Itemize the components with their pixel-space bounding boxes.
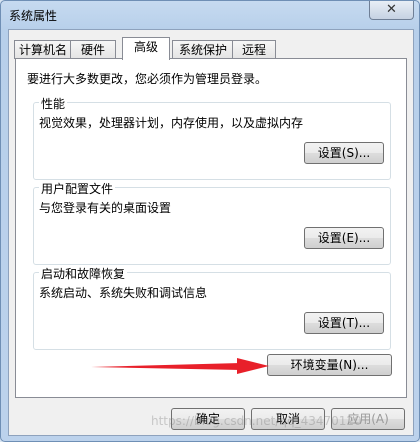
startup-recovery-group-title: 启动和故障恢复 <box>39 265 128 282</box>
tab-remote[interactable]: 远程 <box>232 40 276 59</box>
arrow-shaft <box>91 363 241 370</box>
user-profiles-description: 与您登录有关的桌面设置 <box>39 201 172 215</box>
tab-system-protection[interactable]: 系统保护 <box>172 40 234 59</box>
performance-group: 性能 视觉效果，处理器计划，内存使用，以及虚拟内存 <box>33 95 391 180</box>
performance-description: 视觉效果，处理器计划，内存使用，以及虚拟内存 <box>39 116 304 130</box>
tab-hardware[interactable]: 硬件 <box>70 40 116 59</box>
user-profiles-group-title: 用户配置文件 <box>39 180 116 197</box>
window-title: 系统属性 <box>9 9 58 23</box>
system-properties-window: 系统属性 ✕ 计算机名 硬件 高级 系统保护 远程 要进行大多数更改，您必须作为… <box>0 0 420 442</box>
user-profiles-group: 用户配置文件 与您登录有关的桌面设置 <box>33 180 391 265</box>
close-button[interactable]: ✕ <box>369 1 414 20</box>
red-arrow-annotation <box>91 358 269 374</box>
performance-group-title: 性能 <box>39 95 68 112</box>
tab-computer-name[interactable]: 计算机名 <box>14 40 72 59</box>
startup-recovery-description: 系统启动、系统失败和调试信息 <box>39 286 208 300</box>
close-icon: ✕ <box>386 2 397 17</box>
startup-recovery-settings-button[interactable]: 设置(T)... <box>304 312 384 334</box>
user-profiles-settings-button[interactable]: 设置(E)... <box>304 227 384 249</box>
arrow-head <box>237 358 269 374</box>
tab-advanced[interactable]: 高级 <box>122 37 170 60</box>
startup-recovery-group: 启动和故障恢复 系统启动、系统失败和调试信息 <box>33 265 391 350</box>
admin-notice: 要进行大多数更改，您必须作为管理员登录。 <box>27 72 268 86</box>
title-bar[interactable]: 系统属性 ✕ <box>1 1 419 29</box>
watermark: https://blog.csdn.net/qq_43470120 <box>151 414 362 428</box>
performance-settings-button[interactable]: 设置(S)... <box>304 142 384 164</box>
environment-variables-button[interactable]: 环境变量(N)... <box>267 354 392 376</box>
